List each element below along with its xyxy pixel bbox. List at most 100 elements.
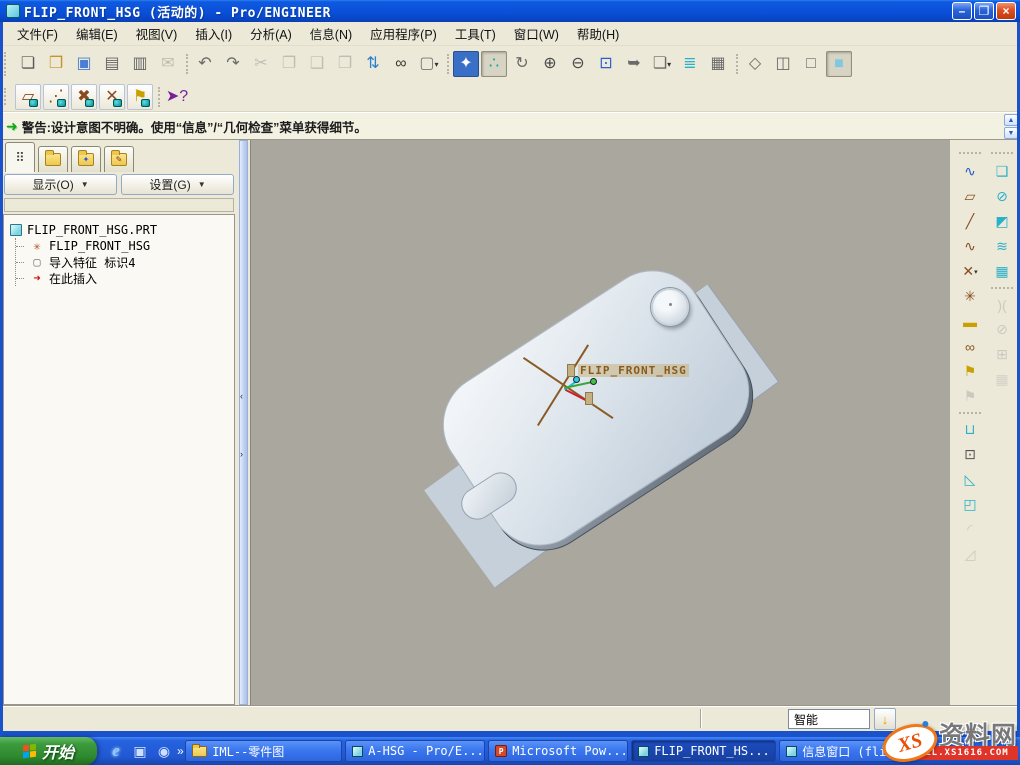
- undo-button[interactable]: ↶: [192, 51, 218, 77]
- save-button[interactable]: ▣: [71, 51, 97, 77]
- draft-button[interactable]: ◺: [958, 468, 983, 491]
- tab-connections[interactable]: ✎: [104, 146, 134, 172]
- zoom-out-button[interactable]: ⊖: [565, 51, 591, 77]
- overlapping-geometry-button[interactable]: ✖: [71, 84, 97, 110]
- tab-model-tree[interactable]: ⠿: [5, 142, 35, 172]
- saved-views-button[interactable]: ❏▾: [649, 51, 675, 77]
- repaint-button[interactable]: ✦: [453, 51, 479, 77]
- selection-filter-combobox[interactable]: 智能: [788, 709, 870, 729]
- panel-splitter[interactable]: ‹ ›: [237, 140, 250, 705]
- email-button[interactable]: ✉: [155, 51, 181, 77]
- menu-insert[interactable]: 插入(I): [186, 21, 241, 46]
- tab-favorites[interactable]: ✦: [71, 146, 101, 172]
- orient-mode-button[interactable]: ↻: [509, 51, 535, 77]
- analysis-measure-button[interactable]: ▬: [958, 310, 983, 333]
- tree-root-part[interactable]: FLIP_FRONT_HSG.PRT: [10, 222, 230, 238]
- pattern-button[interactable]: ⊞: [990, 343, 1015, 366]
- minimize-button[interactable]: –: [952, 2, 972, 20]
- trim-button[interactable]: ⊘: [990, 318, 1015, 341]
- open-file-button[interactable]: ❒: [43, 51, 69, 77]
- menu-file[interactable]: 文件(F): [8, 21, 67, 46]
- boundary-blend-button[interactable]: ◩: [990, 210, 1015, 233]
- tree-item[interactable]: ✳FLIP_FRONT_HSG: [16, 238, 230, 254]
- settings-dropdown-button[interactable]: 设置(G) ▼: [121, 174, 234, 195]
- scroll-down-icon[interactable]: ▼: [1004, 127, 1018, 139]
- menu-edit[interactable]: 编辑(E): [67, 21, 127, 46]
- menu-help[interactable]: 帮助(H): [568, 21, 628, 46]
- new-file-button[interactable]: ❏: [15, 51, 41, 77]
- model-lens-boss[interactable]: [651, 288, 689, 326]
- menu-view[interactable]: 视图(V): [127, 21, 187, 46]
- copy-button[interactable]: ❐: [276, 51, 302, 77]
- wireframe-button[interactable]: ◇: [742, 51, 768, 77]
- reorient-view-button[interactable]: ➥: [621, 51, 647, 77]
- menu-window[interactable]: 窗口(W): [505, 21, 568, 46]
- cut-button[interactable]: ✂: [248, 51, 274, 77]
- task-powerpoint[interactable]: PMicrosoft Pow...: [488, 740, 628, 762]
- task-a-hsg[interactable]: A-HSG - Pro/E...: [345, 740, 485, 762]
- highlight-open-ends-button[interactable]: ⋰: [43, 84, 69, 110]
- scroll-up-icon[interactable]: ▲: [1004, 114, 1018, 126]
- zoom-in-button[interactable]: ⊕: [537, 51, 563, 77]
- datum-point-button[interactable]: ✕▾: [958, 260, 983, 283]
- splitter-bar[interactable]: [239, 140, 248, 705]
- tree-item[interactable]: ➜在此插入: [16, 270, 230, 286]
- menu-info[interactable]: 信息(N): [301, 21, 361, 46]
- extrude-cut-button[interactable]: ⊔: [958, 418, 983, 441]
- select-mode-button[interactable]: ▢▾: [416, 51, 442, 77]
- feature-requirements-button[interactable]: ✕: [99, 84, 125, 110]
- curve-tool-button[interactable]: ∿: [958, 235, 983, 258]
- merge-button[interactable]: )(: [990, 293, 1015, 316]
- no-hidden-button[interactable]: □: [798, 51, 824, 77]
- link-button[interactable]: ∞: [958, 335, 983, 358]
- show-desktop-icon[interactable]: ▣: [131, 742, 149, 760]
- surface-button[interactable]: ≋: [990, 235, 1015, 258]
- csys-tool-button[interactable]: ✳: [958, 285, 983, 308]
- start-button[interactable]: 开始: [0, 737, 97, 765]
- media-icon[interactable]: ◉: [155, 742, 173, 760]
- spin-center-button[interactable]: ∴: [481, 51, 507, 77]
- task-flip-front-hsg[interactable]: FLIP_FRONT_HS...: [631, 740, 776, 762]
- overflow-chevron-icon[interactable]: »: [177, 744, 184, 758]
- find-button[interactable]: ∞: [388, 51, 414, 77]
- tab-folder-browser[interactable]: [38, 146, 68, 172]
- restore-button[interactable]: ❐: [974, 2, 994, 20]
- mirror-button[interactable]: ⊘: [990, 185, 1015, 208]
- title-bar[interactable]: FLIP_FRONT_HSG (活动的) - Pro/ENGINEER – ❐ …: [0, 0, 1020, 22]
- menu-tools[interactable]: 工具(T): [446, 21, 505, 46]
- expand-right-icon[interactable]: ›: [240, 450, 248, 459]
- hidden-line-button[interactable]: ◫: [770, 51, 796, 77]
- chamfer-button[interactable]: ◿: [958, 543, 983, 566]
- paste-button[interactable]: ❑: [304, 51, 330, 77]
- layers-button[interactable]: ≣: [677, 51, 703, 77]
- tree-item[interactable]: ▢导入特征 标识4: [16, 254, 230, 270]
- menu-applications[interactable]: 应用程序(P): [361, 21, 446, 46]
- menu-analysis[interactable]: 分析(A): [241, 21, 301, 46]
- view-manager-button[interactable]: ▦: [705, 51, 731, 77]
- regenerate-button[interactable]: ⇅: [360, 51, 386, 77]
- sketch-tool-button[interactable]: ▱: [958, 185, 983, 208]
- flag-note-gray-button[interactable]: ⚑: [958, 385, 983, 408]
- flag-note-tool-button[interactable]: ⚑: [958, 360, 983, 383]
- shell-button[interactable]: ◰: [958, 493, 983, 516]
- round-button[interactable]: ◜: [958, 518, 983, 541]
- close-button[interactable]: ×: [996, 2, 1016, 20]
- revolve-button[interactable]: ⊡: [958, 443, 983, 466]
- style-tool-button[interactable]: ∿: [958, 160, 983, 183]
- extrude-button[interactable]: ❑: [990, 160, 1015, 183]
- context-help-button[interactable]: ➤?: [164, 84, 190, 110]
- task-iml-folder[interactable]: IML--零件图: [185, 740, 342, 762]
- print-to-file-button[interactable]: ▥: [127, 51, 153, 77]
- graphics-viewport[interactable]: FLIP_FRONT_HSG: [250, 140, 950, 705]
- csys-label[interactable]: FLIP_FRONT_HSG: [567, 364, 689, 377]
- print-button[interactable]: ▤: [99, 51, 125, 77]
- mesh-surface-button[interactable]: ▦: [990, 260, 1015, 283]
- redo-button[interactable]: ↷: [220, 51, 246, 77]
- ie-icon[interactable]: e: [107, 742, 125, 760]
- shaded-button[interactable]: ■: [826, 51, 852, 77]
- collapse-left-icon[interactable]: ‹: [240, 392, 248, 401]
- flag-note-button[interactable]: ⚑: [127, 84, 153, 110]
- datum-line-button[interactable]: ╱: [958, 210, 983, 233]
- shade-closed-loops-button[interactable]: ▱: [15, 84, 41, 110]
- paste-special-button[interactable]: ❒: [332, 51, 358, 77]
